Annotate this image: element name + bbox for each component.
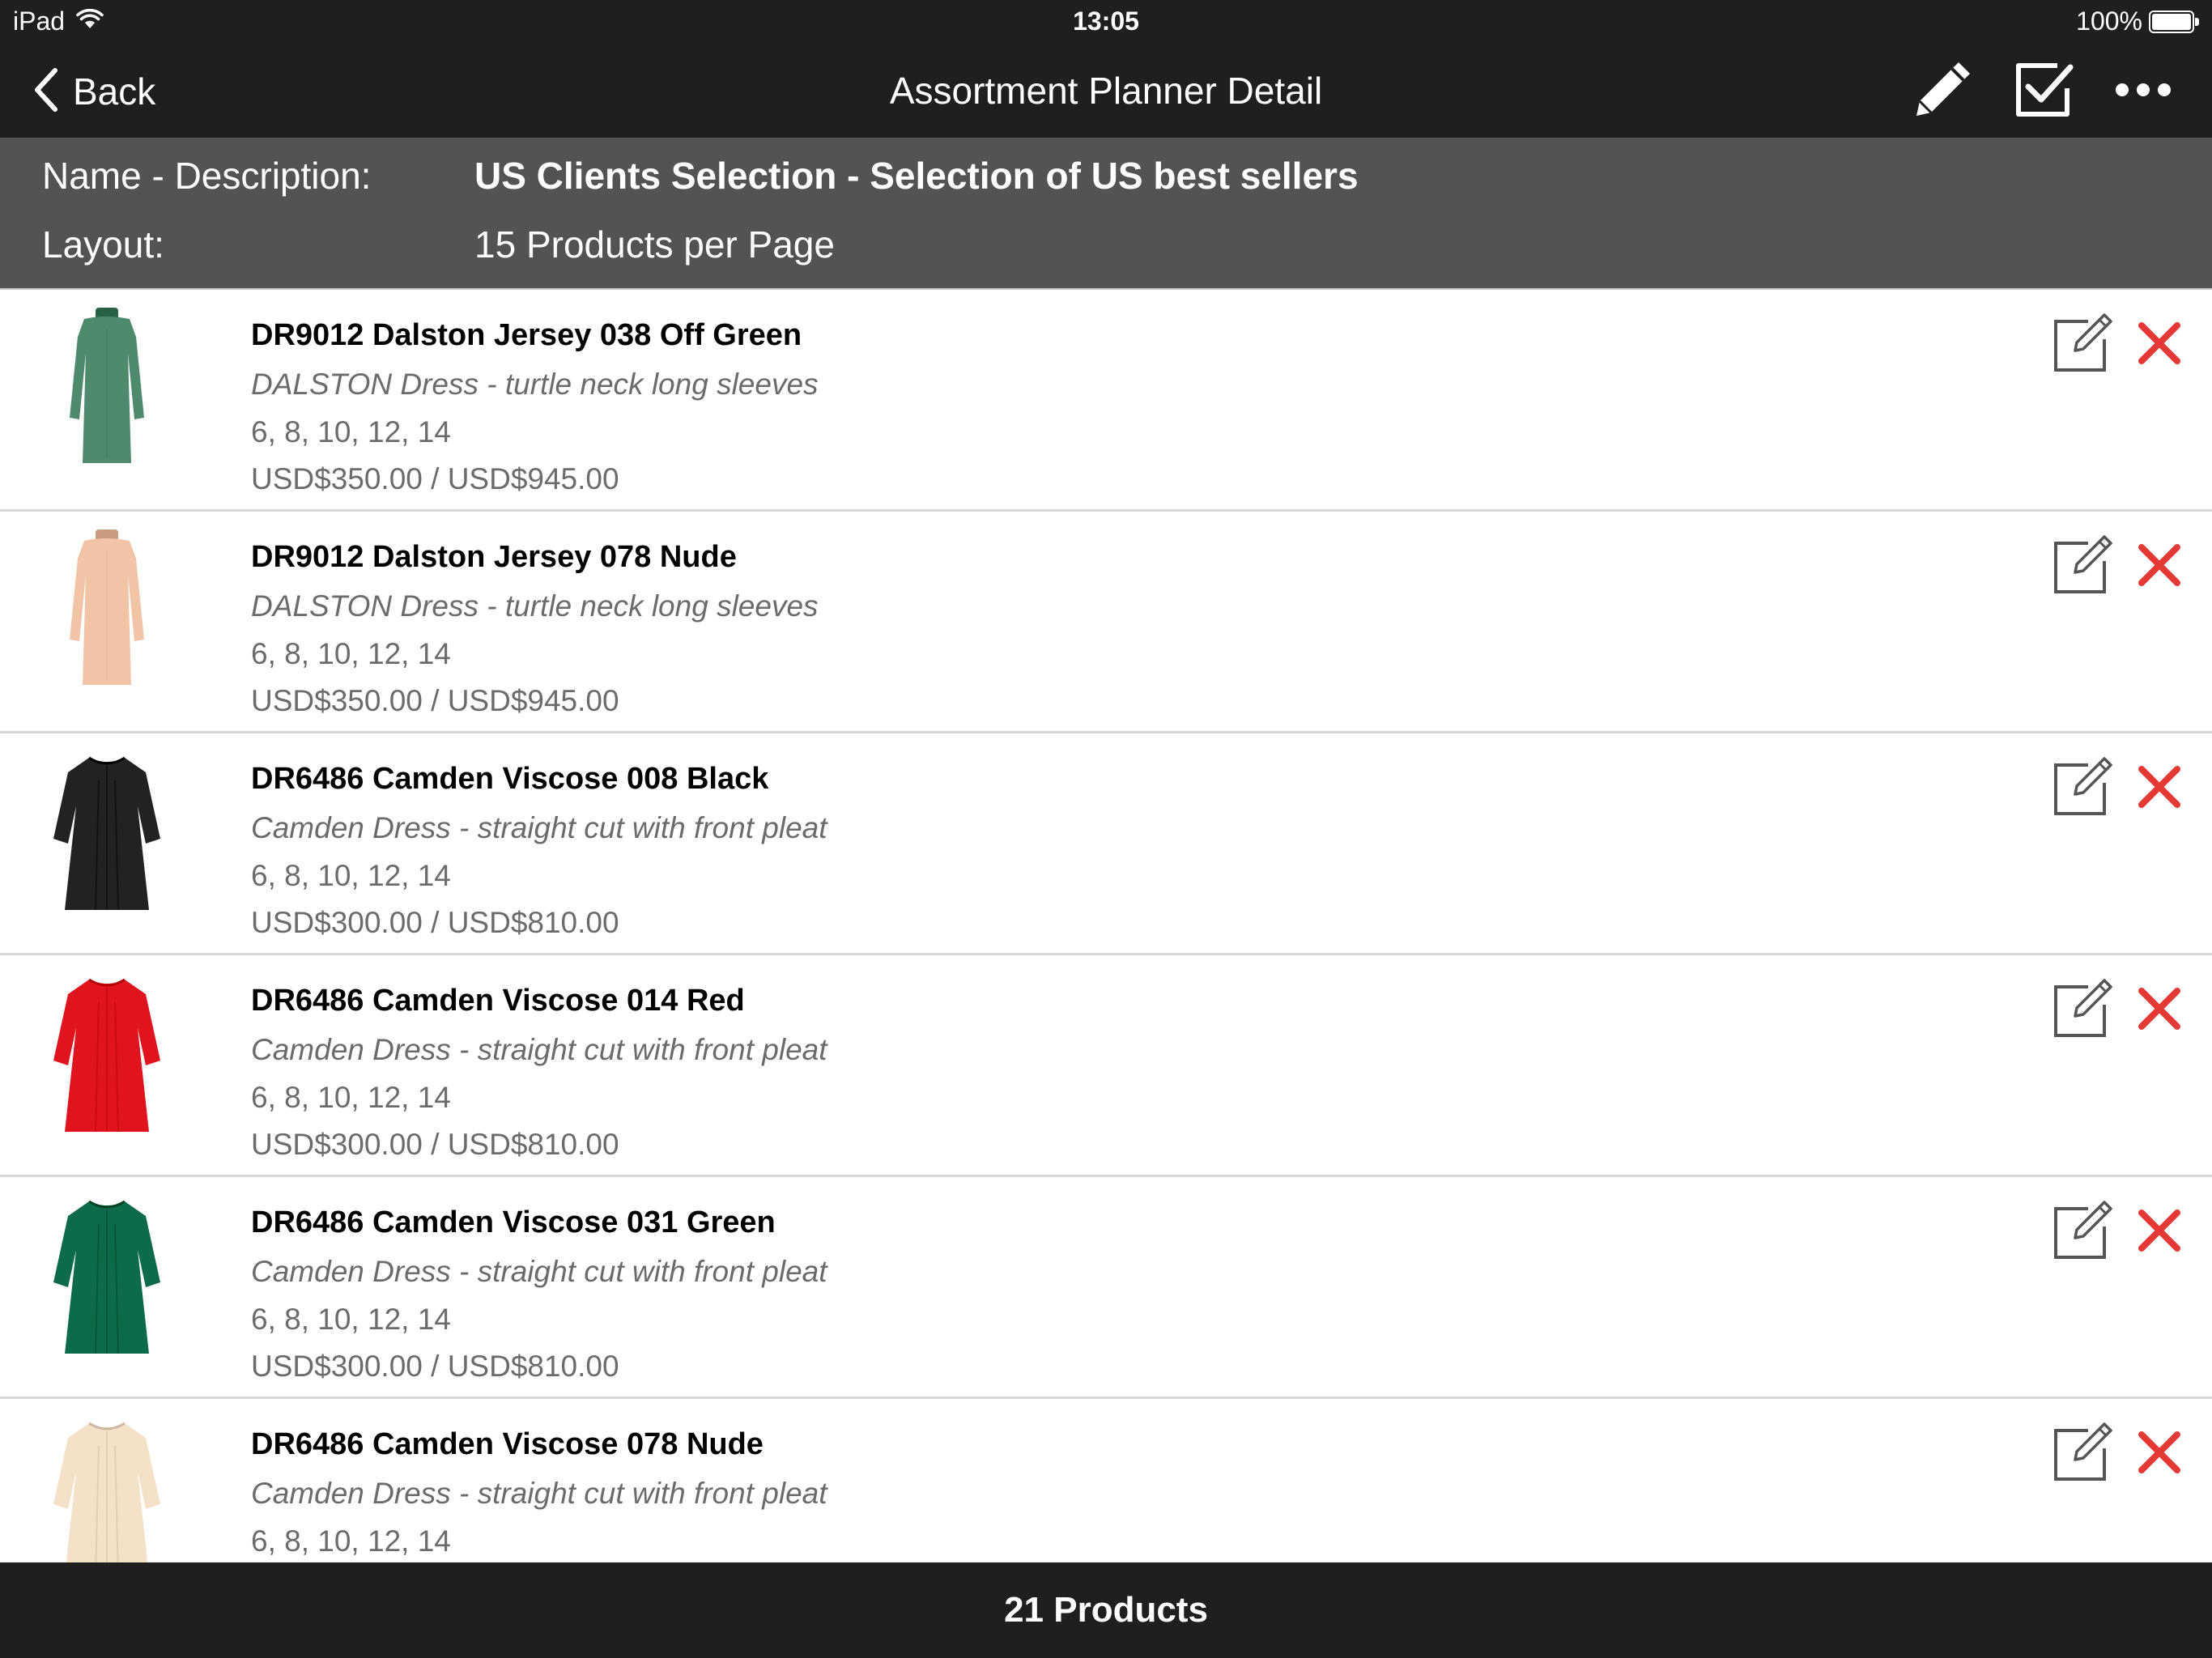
product-text: DR6486 Camden Viscose 014 Red Camden Dre…: [251, 981, 827, 1169]
product-text: DR6486 Camden Viscose 078 Nude Camden Dr…: [251, 1425, 827, 1562]
layout-label: Layout:: [42, 223, 164, 266]
delete-product-button[interactable]: [2131, 1426, 2188, 1482]
product-description: DALSTON Dress - turtle neck long sleeves: [251, 589, 819, 623]
delete-icon: [2135, 541, 2184, 593]
nav-bar: Back Assortment Planner Detail: [0, 45, 2212, 138]
row-actions: [2050, 978, 2188, 1043]
product-description: DALSTON Dress - turtle neck long sleeves: [251, 368, 819, 401]
nav-actions: [1878, 59, 2180, 124]
product-sizes: 6, 8, 10, 12, 14: [251, 1081, 451, 1114]
edit-icon: [2051, 312, 2114, 379]
product-title: DR6486 Camden Viscose 008 Black: [251, 762, 769, 796]
checkbox-icon: [2012, 59, 2074, 125]
product-sizes: 6, 8, 10, 12, 14: [251, 1303, 451, 1336]
edit-product-button[interactable]: [2050, 1422, 2115, 1486]
edit-icon: [2051, 755, 2114, 823]
product-image: [42, 304, 172, 483]
product-sizes: 6, 8, 10, 12, 14: [251, 1524, 451, 1558]
product-description: Camden Dress - straight cut with front p…: [251, 1033, 827, 1066]
layout-value: 15 Products per Page: [474, 223, 835, 266]
product-count: 21 Products: [1004, 1590, 1208, 1630]
product-row[interactable]: DR6486 Camden Viscose 078 Nude Camden Dr…: [0, 1399, 2212, 1562]
edit-product-button[interactable]: [2050, 1200, 2115, 1265]
name-description-row: Name - Description: US Clients Selection…: [42, 154, 1359, 198]
row-actions: [2050, 534, 2188, 599]
status-bar: iPad 13:05 100%: [0, 0, 2212, 45]
delete-icon: [2135, 1428, 2184, 1481]
delete-product-button[interactable]: [2131, 317, 2188, 373]
edit-product-button[interactable]: [2050, 534, 2115, 599]
select-button[interactable]: [2006, 59, 2079, 124]
product-row[interactable]: DR6486 Camden Viscose 014 Red Camden Dre…: [0, 955, 2212, 1177]
product-text: DR9012 Dalston Jersey 078 Nude DALSTON D…: [251, 538, 819, 725]
delete-product-button[interactable]: [2131, 1204, 2188, 1261]
status-right: 100%: [2076, 6, 2199, 36]
pencil-icon: [1910, 57, 1975, 126]
row-actions: [2050, 312, 2188, 377]
name-description-value: US Clients Selection - Selection of US b…: [474, 155, 1359, 197]
delete-icon: [2135, 319, 2184, 372]
product-text: DR9012 Dalston Jersey 038 Off Green DALS…: [251, 316, 819, 504]
battery-percent: 100%: [2076, 6, 2142, 36]
product-row[interactable]: DR9012 Dalston Jersey 038 Off Green DALS…: [0, 290, 2212, 512]
product-description: Camden Dress - straight cut with front p…: [251, 1477, 827, 1510]
delete-product-button[interactable]: [2131, 982, 2188, 1039]
product-title: DR9012 Dalston Jersey 038 Off Green: [251, 318, 802, 352]
name-description-label: Name - Description:: [42, 155, 372, 197]
product-image: [42, 748, 172, 926]
status-time: 13:05: [1073, 6, 1139, 36]
product-title: DR6486 Camden Viscose 014 Red: [251, 984, 745, 1018]
layout-row: Layout: 15 Products per Page: [42, 223, 835, 266]
product-image: [42, 970, 172, 1148]
edit-planner-button[interactable]: [1906, 59, 1979, 124]
product-title: DR6486 Camden Viscose 078 Nude: [251, 1427, 764, 1461]
edit-icon: [2051, 1199, 2114, 1266]
product-title: DR9012 Dalston Jersey 078 Nude: [251, 540, 737, 574]
product-description: Camden Dress - straight cut with front p…: [251, 811, 827, 844]
product-price: USD$300.00 / USD$810.00: [251, 1350, 619, 1383]
product-text: DR6486 Camden Viscose 031 Green Camden D…: [251, 1203, 827, 1391]
footer-bar: 21 Products: [0, 1562, 2212, 1658]
delete-product-button[interactable]: [2131, 760, 2188, 817]
product-price: USD$350.00 / USD$945.00: [251, 462, 619, 495]
product-row[interactable]: DR6486 Camden Viscose 008 Black Camden D…: [0, 733, 2212, 955]
product-text: DR6486 Camden Viscose 008 Black Camden D…: [251, 759, 827, 947]
planner-info-panel: Name - Description: US Clients Selection…: [0, 138, 2212, 290]
edit-product-button[interactable]: [2050, 978, 2115, 1043]
row-actions: [2050, 1422, 2188, 1486]
product-image: [42, 1192, 172, 1370]
product-image: [42, 526, 172, 704]
product-sizes: 6, 8, 10, 12, 14: [251, 859, 451, 892]
product-sizes: 6, 8, 10, 12, 14: [251, 637, 451, 670]
edit-icon: [2051, 977, 2114, 1044]
product-price: USD$300.00 / USD$810.00: [251, 1128, 619, 1161]
row-actions: [2050, 756, 2188, 821]
row-actions: [2050, 1200, 2188, 1265]
product-row[interactable]: DR6486 Camden Viscose 031 Green Camden D…: [0, 1177, 2212, 1399]
edit-product-button[interactable]: [2050, 312, 2115, 377]
product-price: USD$300.00 / USD$810.00: [251, 906, 619, 939]
product-image: [42, 1414, 172, 1562]
edit-icon: [2051, 534, 2114, 601]
edit-product-button[interactable]: [2050, 756, 2115, 821]
edit-icon: [2051, 1421, 2114, 1488]
more-icon: [2115, 82, 2172, 102]
delete-icon: [2135, 1206, 2184, 1259]
product-description: Camden Dress - straight cut with front p…: [251, 1255, 827, 1288]
product-price: USD$350.00 / USD$945.00: [251, 684, 619, 717]
product-title: DR6486 Camden Viscose 031 Green: [251, 1205, 776, 1239]
battery-icon: [2149, 10, 2199, 33]
delete-icon: [2135, 763, 2184, 815]
delete-icon: [2135, 984, 2184, 1037]
product-sizes: 6, 8, 10, 12, 14: [251, 415, 451, 449]
product-row[interactable]: DR9012 Dalston Jersey 078 Nude DALSTON D…: [0, 512, 2212, 733]
product-list[interactable]: DR9012 Dalston Jersey 038 Off Green DALS…: [0, 290, 2212, 1562]
delete-product-button[interactable]: [2131, 538, 2188, 595]
more-button[interactable]: [2107, 59, 2180, 124]
